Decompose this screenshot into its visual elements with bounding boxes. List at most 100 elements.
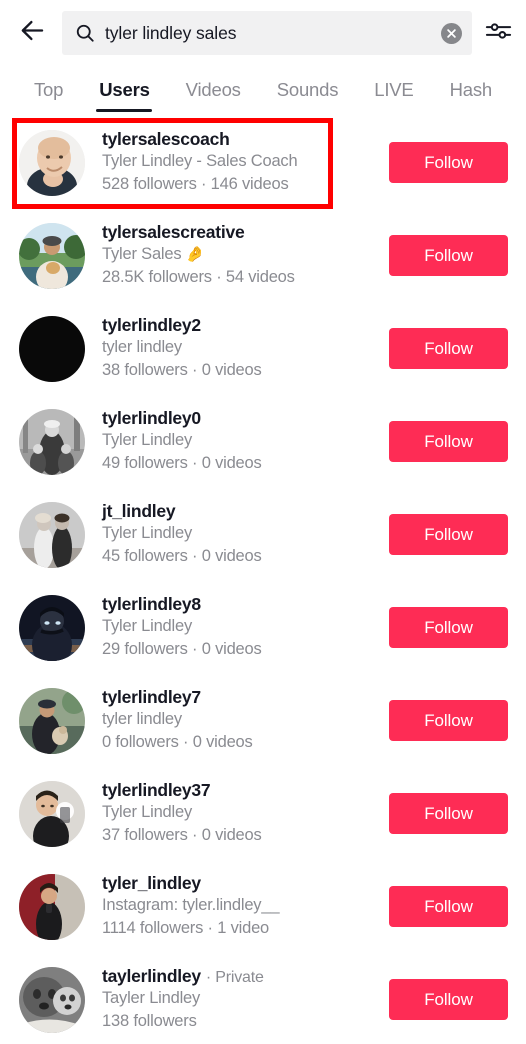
username: tylersalescreative	[102, 222, 245, 243]
username: taylerlindley	[102, 966, 201, 987]
user-info: tyler_lindley Instagram: tyler.lindley__ 1…	[85, 873, 389, 940]
avatar[interactable]	[19, 315, 85, 382]
user-nickname: Tyler Lindley	[102, 430, 381, 452]
follow-button[interactable]: Follow	[389, 979, 508, 1020]
private-account-badge: · Private	[205, 969, 264, 987]
avatar[interactable]	[19, 129, 85, 196]
user-nickname: Tyler Sales 🤌	[102, 244, 381, 266]
follow-button[interactable]: Follow	[389, 700, 508, 741]
follow-button[interactable]: Follow	[389, 328, 508, 369]
arrow-left-icon	[19, 17, 46, 49]
avatar[interactable]	[19, 780, 85, 847]
tab-top[interactable]: Top	[34, 79, 63, 112]
search-icon	[75, 23, 95, 43]
tab-users[interactable]: Users	[99, 79, 150, 112]
username: tylersalescoach	[102, 129, 230, 150]
username: tylerlindley37	[102, 780, 211, 801]
user-stats: 37 followers · 0 videos	[102, 826, 262, 844]
user-result-row[interactable]: tylerlindley2 tyler lindley 38 followers ·…	[0, 302, 526, 395]
user-nickname-text: Tyler Lindley	[102, 431, 193, 450]
user-info: tylerlindley8 Tyler Lindley 29 followers ·…	[85, 594, 389, 661]
user-result-row[interactable]: tylerlindley7 tyler lindley 0 followers · …	[0, 674, 526, 767]
clear-search-button[interactable]	[441, 22, 462, 44]
avatar[interactable]	[19, 873, 85, 940]
avatar[interactable]	[19, 966, 85, 1033]
user-nickname: Tyler Lindley	[102, 616, 381, 638]
avatar[interactable]	[19, 408, 85, 475]
user-nickname-text: Tyler Sales	[102, 245, 182, 264]
tab-sounds[interactable]: Sounds	[277, 79, 339, 112]
filter-sliders-icon	[485, 19, 512, 48]
username: tylerlindley2	[102, 315, 201, 336]
user-nickname: Tyler Lindley	[102, 802, 381, 824]
user-stats: 29 followers · 0 videos	[102, 640, 262, 658]
user-result-row[interactable]: tylersalescoach Tyler Lindley - Sales Coa…	[0, 116, 526, 209]
user-nickname-text: tyler lindley	[102, 710, 182, 729]
user-info: jt_lindley Tyler Lindley 45 followers · 0 …	[85, 501, 389, 568]
user-info: tylerlindley0 Tyler Lindley 49 followers ·…	[85, 408, 389, 475]
username: jt_lindley	[102, 501, 176, 522]
username-line: tylerlindley0	[102, 408, 381, 429]
user-nickname-text: Tyler Lindley	[102, 617, 193, 636]
user-stats: 49 followers · 0 videos	[102, 454, 262, 472]
user-stats: 1114 followers · 1 video	[102, 919, 270, 937]
user-nickname-text: Tyler Lindley	[102, 803, 193, 822]
user-info: tylersalescoach Tyler Lindley - Sales Coa…	[85, 129, 389, 196]
username: tylerlindley7	[102, 687, 201, 708]
user-nickname: Tyler Lindley - Sales Coach	[102, 151, 381, 173]
user-nickname-text: Tyler Lindley - Sales Coach	[102, 152, 298, 171]
username-line: jt_lindley	[102, 501, 381, 522]
avatar[interactable]	[19, 501, 85, 568]
username-line: tylersalescoach	[102, 129, 381, 150]
user-nickname-text: Instagram: tyler.lindley__	[102, 896, 280, 915]
username: tylerlindley0	[102, 408, 201, 429]
avatar[interactable]	[19, 594, 85, 661]
avatar[interactable]	[19, 687, 85, 754]
user-result-row[interactable]: tylerlindley37 Tyler Lindley 37 followers …	[0, 767, 526, 860]
follow-button[interactable]: Follow	[389, 235, 508, 276]
user-result-row[interactable]: tylerlindley8 Tyler Lindley 29 followers ·…	[0, 581, 526, 674]
avatar[interactable]	[19, 222, 85, 289]
user-nickname: Tyler Lindley	[102, 523, 381, 545]
tab-hashtags[interactable]: Hash	[450, 79, 493, 112]
user-nickname: tyler lindley	[102, 337, 381, 359]
username-line: tylerlindley8	[102, 594, 381, 615]
back-button[interactable]	[10, 11, 54, 55]
user-nickname: Instagram: tyler.lindley__	[102, 895, 381, 917]
follow-button[interactable]: Follow	[389, 142, 508, 183]
user-stats: 0 followers · 0 videos	[102, 733, 253, 751]
user-result-row[interactable]: taylerlindley · Private Tayler Lindley 138 …	[0, 953, 526, 1044]
username-line: taylerlindley · Private	[102, 966, 381, 987]
follow-button[interactable]: Follow	[389, 886, 508, 927]
user-result-row[interactable]: tylerlindley0 Tyler Lindley 49 followers ·…	[0, 395, 526, 488]
follow-button[interactable]: Follow	[389, 514, 508, 555]
tab-live[interactable]: LIVE	[374, 79, 414, 112]
user-nickname: Tayler Lindley	[102, 988, 381, 1010]
user-result-row[interactable]: tyler_lindley Instagram: tyler.lindley__ 1…	[0, 860, 526, 953]
user-result-row[interactable]: jt_lindley Tyler Lindley 45 followers · 0 …	[0, 488, 526, 581]
user-stats: 138 followers	[102, 1012, 197, 1030]
user-nickname-text: Tayler Lindley	[102, 989, 201, 1008]
username-line: tyler_lindley	[102, 873, 381, 894]
username: tylerlindley8	[102, 594, 201, 615]
user-result-row[interactable]: tylersalescreative Tyler Sales 🤌 28.5K fol…	[0, 209, 526, 302]
user-stats: 45 followers · 0 videos	[102, 547, 262, 565]
tab-videos[interactable]: Videos	[186, 79, 241, 112]
username-line: tylerlindley37	[102, 780, 381, 801]
follow-button[interactable]: Follow	[389, 421, 508, 462]
follow-button[interactable]: Follow	[389, 607, 508, 648]
user-info: tylersalescreative Tyler Sales 🤌 28.5K fol…	[85, 222, 389, 289]
search-header: tyler lindley sales	[0, 0, 526, 66]
search-input[interactable]: tyler lindley sales	[62, 11, 472, 55]
user-info: taylerlindley · Private Tayler Lindley 138 …	[85, 966, 389, 1033]
user-nickname-text: Tyler Lindley	[102, 524, 193, 543]
user-info: tylerlindley2 tyler lindley 38 followers ·…	[85, 315, 389, 382]
follow-button[interactable]: Follow	[389, 793, 508, 834]
search-filter-button[interactable]	[478, 11, 518, 55]
username: tyler_lindley	[102, 873, 201, 894]
user-nickname: tyler lindley	[102, 709, 381, 731]
user-stats: 528 followers · 146 videos	[102, 175, 289, 193]
search-query-text: tyler lindley sales	[105, 22, 237, 43]
search-results-screen: tyler lindley sales Top Users Videos Sou…	[0, 0, 526, 1044]
user-stats: 28.5K followers · 54 videos	[102, 268, 295, 286]
